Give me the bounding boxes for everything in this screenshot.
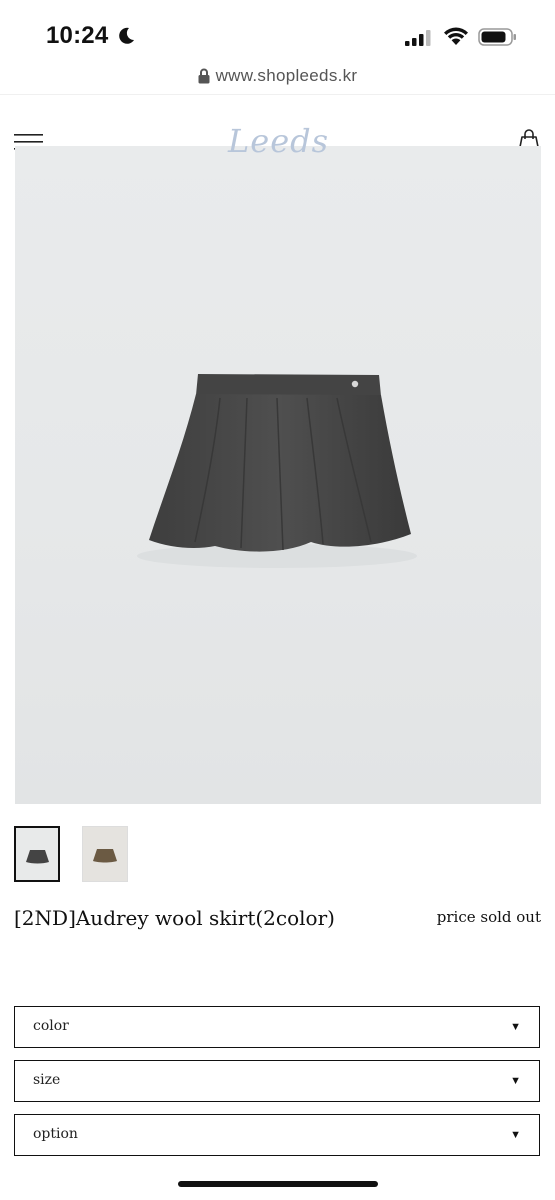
- address-bar[interactable]: www.shopleeds.kr: [0, 62, 555, 94]
- option-select-label: option: [33, 1126, 78, 1142]
- product-image[interactable]: [15, 146, 541, 804]
- status-bar: 10:24: [0, 0, 555, 62]
- home-indicator[interactable]: [178, 1181, 378, 1187]
- moon-icon: [119, 27, 134, 44]
- product-title: [2ND]Audrey wool skirt(2color): [14, 906, 335, 930]
- option-select[interactable]: option ▼: [14, 1114, 540, 1156]
- brown-skirt-thumbnail-image: [93, 849, 117, 863]
- size-select-label: size: [33, 1072, 61, 1088]
- skirt-illustration: [137, 374, 417, 568]
- chevron-down-icon: ▼: [510, 1075, 521, 1087]
- lock-icon: [198, 68, 210, 84]
- site-logo[interactable]: Leeds: [228, 122, 329, 160]
- size-select[interactable]: size ▼: [14, 1060, 540, 1102]
- wifi-icon: [444, 27, 468, 45]
- cellular-signal-icon: [405, 30, 431, 46]
- url-divider: [0, 94, 555, 95]
- status-time: 10:24: [46, 22, 109, 49]
- color-select-label: color: [33, 1018, 69, 1034]
- product-price: price sold out: [436, 908, 541, 926]
- chevron-down-icon: ▼: [510, 1129, 521, 1141]
- color-select[interactable]: color ▼: [14, 1006, 540, 1048]
- url-text: www.shopleeds.kr: [215, 66, 358, 85]
- chevron-down-icon: ▼: [510, 1021, 521, 1033]
- grey-skirt-thumbnail-image: [26, 850, 49, 864]
- battery-icon: [478, 28, 516, 46]
- thumbnail-grey-skirt[interactable]: [14, 826, 60, 882]
- thumbnail-brown-skirt[interactable]: [82, 826, 128, 882]
